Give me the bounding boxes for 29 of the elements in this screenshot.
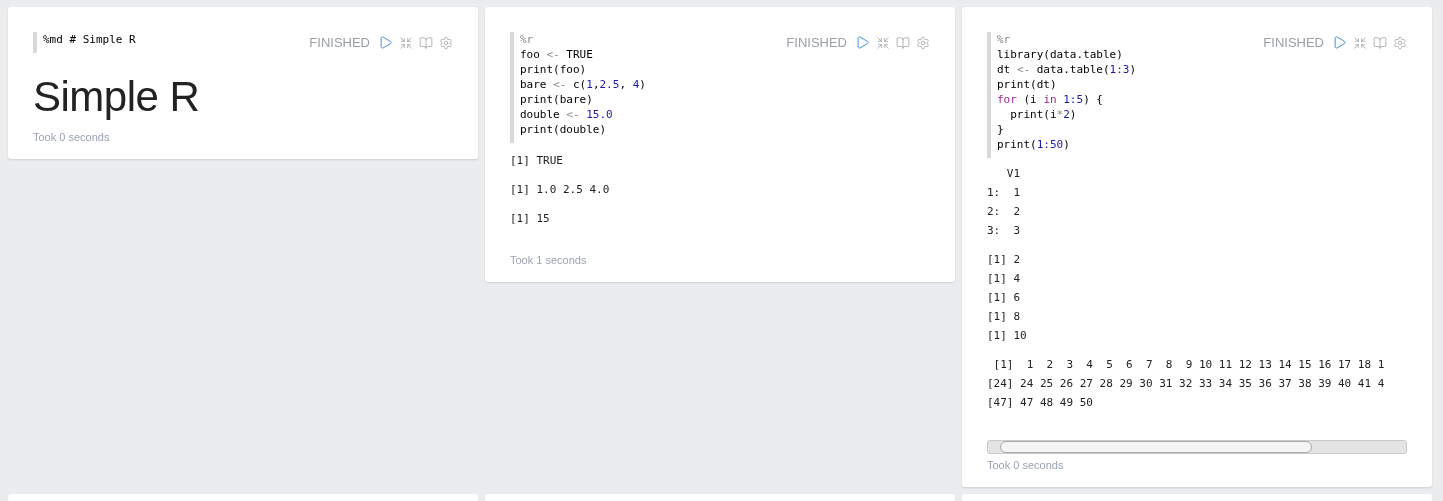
book-icon[interactable] [419, 35, 433, 50]
settings-icon[interactable] [1393, 35, 1407, 50]
run-icon[interactable] [378, 35, 393, 50]
markdown-heading: Simple R [33, 73, 201, 121]
output-text: [1] TRUE [510, 153, 563, 169]
output-text: V1 1: 1 2: 2 3: 3 [987, 166, 1021, 239]
code-editor[interactable]: %md # Simple R [33, 32, 243, 53]
book-icon[interactable] [1373, 35, 1387, 50]
settings-icon[interactable] [439, 35, 453, 50]
output-text: [1] 15 [510, 211, 550, 227]
shrink-icon[interactable] [1353, 35, 1367, 50]
status-label: FINISHED [1263, 35, 1324, 50]
elapsed-time: Took 0 seconds [33, 131, 111, 143]
output-text: [1] 2 [1] 4 [1] 6 [1] 8 [1] 10 [987, 252, 1027, 344]
elapsed-time: Took 0 seconds [987, 459, 1065, 471]
run-icon[interactable] [855, 35, 870, 50]
settings-icon[interactable] [916, 35, 930, 50]
shrink-icon[interactable] [876, 35, 890, 50]
code-editor[interactable]: %r library(data.table) dt <- data.table(1:3) print(dt) for (i in 1:5) { print(i*2) } print(1:50) [987, 32, 1197, 158]
run-icon[interactable] [1332, 35, 1347, 50]
code-editor[interactable]: %r foo <- TRUE print(foo) bare <- c(1,2.5, 4) print(bare) double <- 15.0 print(double) [510, 32, 720, 143]
shrink-icon[interactable] [399, 35, 413, 50]
elapsed-time: Took 1 seconds [510, 254, 588, 266]
status-label: FINISHED [309, 35, 370, 50]
output-text: [1] 1.0 2.5 4.0 [510, 182, 610, 198]
status-label: FINISHED [786, 35, 847, 50]
horizontal-scrollbar[interactable] [987, 440, 1407, 454]
output-text: [1] 1 2 3 4 5 6 7 8 9 10 11 12 13 14 15 16 17 18 1 [24] 24 25 26 27 28 29 30 31 32 33 34 35 36 37 38 39 40 41 4 [47] 47 48 49 50 [987, 357, 1385, 411]
book-icon[interactable] [896, 35, 910, 50]
